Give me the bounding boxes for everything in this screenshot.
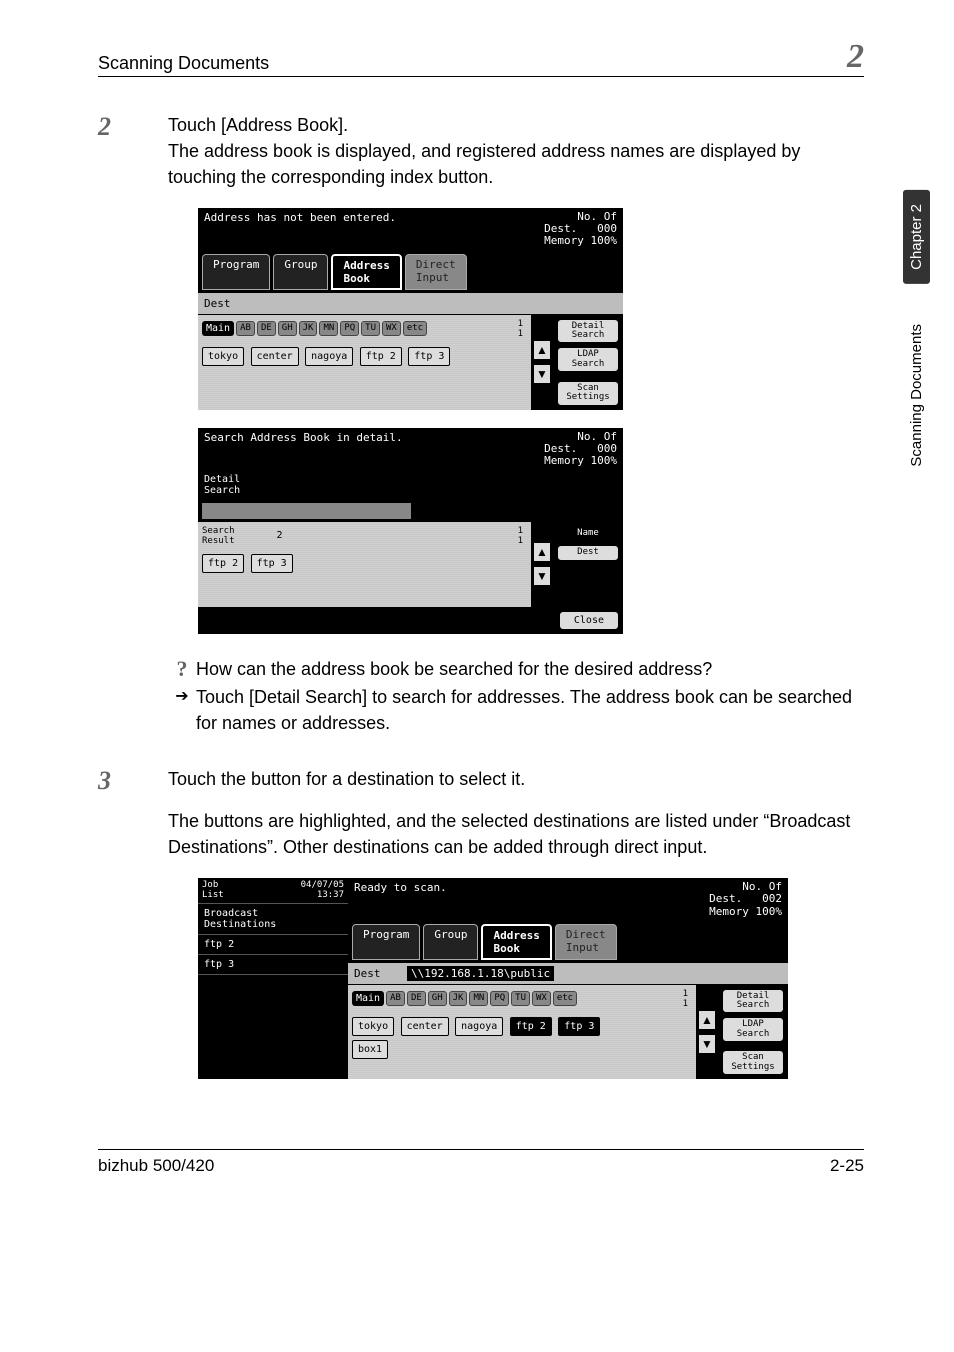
- dest-ftp2-selected[interactable]: ftp 2: [510, 1017, 552, 1036]
- name-button[interactable]: Name: [557, 526, 619, 541]
- broadcast-item-2[interactable]: ftp 3: [198, 955, 348, 975]
- dest-ftp3-selected[interactable]: ftp 3: [558, 1017, 600, 1036]
- footer-page: 2-25: [830, 1156, 864, 1176]
- index-main[interactable]: Main: [202, 321, 234, 336]
- job-list-label[interactable]: Job List: [202, 881, 224, 900]
- index-mn[interactable]: MN: [319, 321, 338, 336]
- p1-memory: Memory 100%: [544, 234, 617, 247]
- arrow-icon: ➔: [168, 684, 196, 736]
- p1-destcount: 000: [597, 222, 617, 235]
- tab-program[interactable]: Program: [352, 924, 420, 960]
- index-jk[interactable]: JK: [449, 991, 468, 1006]
- dest-box1[interactable]: box1: [352, 1040, 388, 1059]
- p2-destcount: 000: [597, 442, 617, 455]
- index-de[interactable]: DE: [407, 991, 426, 1006]
- scan-settings-button[interactable]: Scan Settings: [557, 381, 619, 406]
- scroll-down-icon[interactable]: ▼: [533, 364, 551, 384]
- index-gh[interactable]: GH: [278, 321, 297, 336]
- p3-dest-path: \\192.168.1.18\public: [407, 966, 554, 981]
- scroll-down-icon[interactable]: ▼: [533, 566, 551, 586]
- index-de[interactable]: DE: [257, 321, 276, 336]
- dest-ftp3[interactable]: ftp 3: [408, 347, 450, 366]
- panel-broadcast: Job List 04/07/05 13:37 Broadcast Destin…: [198, 878, 788, 1079]
- dest-button[interactable]: Dest: [557, 545, 619, 560]
- detail-search-button[interactable]: Detail Search: [722, 989, 784, 1014]
- answer-text: Touch [Detail Search] to search for addr…: [196, 684, 864, 736]
- result-ftp3[interactable]: ftp 3: [251, 554, 293, 573]
- step-2-line1: Touch [Address Book].: [168, 112, 864, 138]
- step-3-line2: The buttons are highlighted, and the sel…: [168, 808, 864, 860]
- close-button[interactable]: Close: [559, 611, 619, 630]
- index-mn[interactable]: MN: [469, 991, 488, 1006]
- index-tu[interactable]: TU: [511, 991, 530, 1006]
- index-jk[interactable]: JK: [299, 321, 318, 336]
- scroll-up-icon[interactable]: ▲: [533, 542, 551, 562]
- chapter-badge: 2: [847, 40, 864, 74]
- index-wx[interactable]: WX: [532, 991, 551, 1006]
- tab-address-book[interactable]: Address Book: [331, 254, 401, 290]
- question-text: How can the address book be searched for…: [196, 656, 712, 682]
- header-section: Scanning Documents: [98, 53, 269, 74]
- dest-tokyo[interactable]: tokyo: [352, 1017, 394, 1036]
- broadcast-item-1[interactable]: ftp 2: [198, 935, 348, 955]
- side-tab-chapter: Chapter 2: [903, 190, 930, 284]
- p1-page-count: 1 1: [518, 319, 527, 339]
- index-pq[interactable]: PQ: [490, 991, 509, 1006]
- scroll-up-icon[interactable]: ▲: [533, 340, 551, 360]
- index-pq[interactable]: PQ: [340, 321, 359, 336]
- scroll-up-icon[interactable]: ▲: [698, 1010, 716, 1030]
- p2-status: Search Address Book in detail.: [204, 431, 403, 467]
- ldap-search-button[interactable]: LDAP Search: [722, 1017, 784, 1042]
- tab-direct-input[interactable]: Direct Input: [555, 924, 617, 960]
- p3-destcount: 002: [762, 892, 782, 905]
- side-tab-section: Scanning Documents: [908, 324, 925, 467]
- index-ab[interactable]: AB: [236, 321, 255, 336]
- panel-detail-search: Search Address Book in detail. No. Of De…: [198, 428, 623, 634]
- search-result-label: Search Result: [202, 526, 235, 546]
- broadcast-label: Broadcast Destinations: [198, 904, 348, 935]
- dest-nagoya[interactable]: nagoya: [455, 1017, 503, 1036]
- footer-model: bizhub 500/420: [98, 1156, 214, 1176]
- index-gh[interactable]: GH: [428, 991, 447, 1006]
- index-main[interactable]: Main: [352, 991, 384, 1006]
- job-time: 13:37: [317, 890, 344, 900]
- p1-status: Address has not been entered.: [204, 211, 396, 247]
- dest-ftp2[interactable]: ftp 2: [360, 347, 402, 366]
- detail-search-button[interactable]: Detail Search: [557, 319, 619, 344]
- p3-status: Ready to scan.: [354, 881, 447, 917]
- search-result-count: 2: [277, 530, 283, 541]
- side-tab: Chapter 2 Scanning Documents: [903, 190, 930, 466]
- dest-center[interactable]: center: [401, 1017, 449, 1036]
- tab-group[interactable]: Group: [423, 924, 478, 960]
- p2-memory: Memory 100%: [544, 454, 617, 467]
- panel-address-book: Address has not been entered. No. Of Des…: [198, 208, 623, 409]
- p3-dest-label: Dest: [354, 967, 381, 980]
- step-3-line1: Touch the button for a destination to se…: [168, 766, 525, 792]
- index-etc[interactable]: etc: [553, 991, 577, 1006]
- index-wx[interactable]: WX: [382, 321, 401, 336]
- step-2-line2: The address book is displayed, and regis…: [168, 138, 864, 190]
- dest-nagoya[interactable]: nagoya: [305, 347, 353, 366]
- p2-title: Detail Search: [198, 470, 623, 500]
- dest-tokyo[interactable]: tokyo: [202, 347, 244, 366]
- p1-dest-label: Dest: [198, 293, 623, 315]
- step-3-number: 3: [98, 766, 168, 796]
- tab-address-book[interactable]: Address Book: [481, 924, 551, 960]
- tab-direct-input[interactable]: Direct Input: [405, 254, 467, 290]
- p3-memory: Memory 100%: [709, 905, 782, 918]
- scroll-down-icon[interactable]: ▼: [698, 1034, 716, 1054]
- p3-page-count: 1 1: [683, 989, 692, 1009]
- result-ftp2[interactable]: ftp 2: [202, 554, 244, 573]
- ldap-search-button[interactable]: LDAP Search: [557, 347, 619, 372]
- tab-group[interactable]: Group: [273, 254, 328, 290]
- scan-settings-button[interactable]: Scan Settings: [722, 1050, 784, 1075]
- dest-center[interactable]: center: [251, 347, 299, 366]
- tab-program[interactable]: Program: [202, 254, 270, 290]
- index-ab[interactable]: AB: [386, 991, 405, 1006]
- step-2-number: 2: [98, 112, 168, 190]
- p2-page-count: 1 1: [518, 526, 527, 546]
- index-etc[interactable]: etc: [403, 321, 427, 336]
- question-icon: ?: [168, 656, 196, 682]
- index-tu[interactable]: TU: [361, 321, 380, 336]
